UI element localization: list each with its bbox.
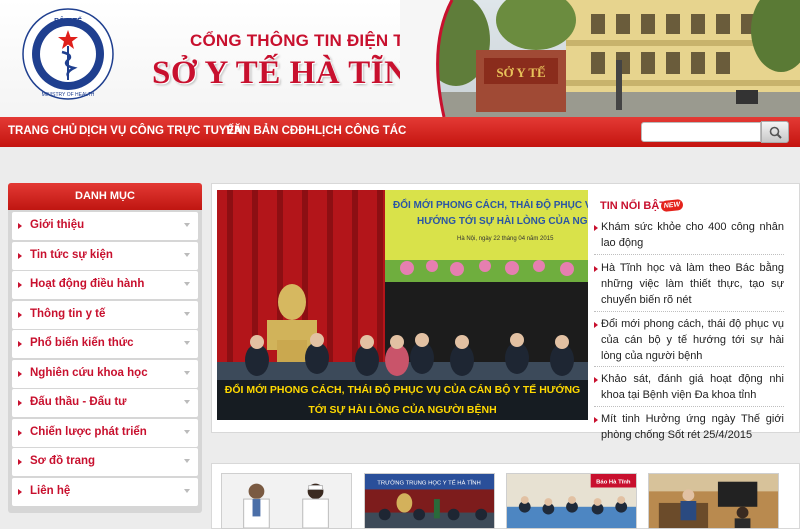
sidebar-item-nghien-cuu[interactable]: Nghiên cứu khoa học	[12, 360, 198, 388]
sidebar-item-label: Chiến lược phát triển	[30, 426, 147, 438]
category-sidebar: DANH MỤC Giới thiệu Tin tức sự kiện Hoạt…	[8, 183, 202, 513]
bullet-icon	[594, 225, 598, 231]
nav-item-home[interactable]: TRANG CHỦ	[8, 125, 77, 137]
search-icon	[769, 126, 782, 139]
bullet-icon	[18, 489, 22, 495]
chevron-down-icon	[184, 459, 190, 463]
header-curve	[400, 0, 454, 117]
ministry-of-health-logo[interactable]: BỘ Y TẾ MINISTRY OF HEALTH	[22, 8, 114, 100]
hot-news-item[interactable]: Khám sức khỏe cho 400 công nhân lao động	[588, 219, 784, 251]
portal-title: CỔNG THÔNG TIN ĐIỆN TỬ	[190, 31, 419, 50]
divider	[594, 406, 784, 407]
site-title[interactable]: SỞ Y TẾ HÀ TĨNH	[152, 55, 435, 92]
hot-news-item-text: Khám sức khỏe cho 400 công nhân lao động	[601, 221, 784, 249]
chevron-down-icon	[184, 489, 190, 493]
chevron-down-icon	[184, 371, 190, 375]
thumbnail-2-text: TRƯỜNG TRUNG HỌC Y TẾ HÀ TĨNH	[377, 480, 480, 487]
sidebar-item-chien-luoc[interactable]: Chiến lược phát triển	[12, 419, 198, 447]
banner-line-1: ĐỔI MỚI PHONG CÁCH, THÁI ĐỘ PHỤC VỤ CỦA …	[393, 198, 588, 211]
hot-news-item[interactable]: Khảo sát, đánh giá hoạt động nhi khoa tạ…	[588, 371, 784, 403]
bullet-icon	[18, 430, 22, 436]
bullet-icon	[18, 312, 22, 318]
site-header: BỘ Y TẾ MINISTRY OF HEALTH CỔNG THÔNG TI…	[0, 0, 800, 117]
featured-news-caption[interactable]: ĐỔI MỚI PHONG CÁCH, THÁI ĐỘ PHỤC VỤ CỦA …	[217, 380, 588, 420]
bullet-icon	[18, 282, 22, 288]
sidebar-item-pho-bien[interactable]: Phổ biến kiến thức	[12, 330, 198, 358]
gallery-thumbnail-office[interactable]	[648, 473, 779, 529]
sidebar-title: DANH MỤC	[8, 183, 202, 210]
hot-news-item-text: Khảo sát, đánh giá hoạt động nhi khoa tạ…	[601, 373, 784, 401]
bullet-icon	[594, 322, 598, 328]
sidebar-item-label: Tin tức sự kiện	[30, 249, 113, 261]
divider	[594, 366, 784, 367]
chevron-down-icon	[184, 223, 190, 227]
nav-item-documents[interactable]: VĂN BẢN CĐĐH	[226, 125, 315, 137]
building-sign-text: SỞ Y TẾ	[496, 65, 545, 80]
logo-bottom-text: MINISTRY OF HEALTH	[42, 92, 95, 98]
sidebar-item-hoat-dong[interactable]: Hoạt động điều hành	[12, 271, 198, 299]
hot-news-item-text: Hà Tĩnh học và làm theo Bác bằng những v…	[601, 262, 784, 306]
banner-line-2: HƯỚNG TỚI SỰ HÀI LÒNG CỦA NGƯỜI BỆN	[417, 214, 588, 227]
sidebar-item-label: Đấu thầu - Đấu tư	[30, 396, 127, 408]
sidebar-item-label: Thông tin y tế	[30, 308, 106, 320]
chevron-down-icon	[184, 312, 190, 316]
bullet-icon	[18, 253, 22, 259]
divider	[594, 254, 784, 255]
chevron-down-icon	[184, 282, 190, 286]
hot-news-item[interactable]: Mít tinh Hưởng ứng ngày Thế giới phòng c…	[588, 411, 784, 443]
sidebar-item-thong-tin[interactable]: Thông tin y tế	[12, 301, 198, 329]
bullet-icon	[594, 266, 598, 272]
hot-news-title: TIN NỔI BẬT	[600, 200, 666, 212]
search-input[interactable]	[641, 122, 761, 142]
hot-news-item-text: Đổi mới phong cách, thái độ phục vụ của …	[601, 318, 784, 362]
sidebar-item-label: Hoạt động điều hành	[30, 278, 145, 290]
sidebar-item-tin-tuc[interactable]: Tin tức sự kiện	[12, 242, 198, 270]
bullet-icon	[18, 371, 22, 377]
chevron-down-icon	[184, 253, 190, 257]
sidebar-item-label: Liên hệ	[30, 485, 71, 497]
gallery-thumbnail-conference[interactable]: Báo Hà Tĩnh	[506, 473, 637, 529]
bullet-icon	[18, 223, 22, 229]
sidebar-item-label: Nghiên cứu khoa học	[30, 367, 148, 379]
nav-item-schedule[interactable]: LỊCH CÔNG TÁC	[315, 125, 406, 137]
sidebar-item-gioi-thieu[interactable]: Giới thiệu	[12, 212, 198, 240]
divider	[594, 311, 784, 312]
banner-date: Hà Nội, ngày 22 tháng 04 năm 2015	[457, 236, 554, 242]
gallery-thumbnail-doctors[interactable]	[221, 473, 352, 529]
bullet-icon	[18, 400, 22, 406]
sidebar-item-so-do-trang[interactable]: Sơ đồ trang	[12, 448, 198, 476]
bullet-icon	[18, 341, 22, 347]
bullet-icon	[18, 459, 22, 465]
sidebar-item-label: Sơ đồ trang	[30, 455, 96, 467]
bullet-icon	[594, 377, 598, 383]
sidebar-item-label: Giới thiệu	[30, 219, 85, 231]
thumbnail-3-text: Báo Hà Tĩnh	[596, 480, 631, 486]
sidebar-item-label: Phổ biến kiến thức	[30, 337, 134, 349]
hot-news-item-text: Mít tinh Hưởng ứng ngày Thế giới phòng c…	[601, 413, 784, 441]
hot-news-item[interactable]: Hà Tĩnh học và làm theo Bác bằng những v…	[588, 260, 784, 308]
sidebar-item-dau-thau[interactable]: Đấu thầu - Đấu tư	[12, 389, 198, 417]
hot-news-item[interactable]: Đổi mới phong cách, thái độ phục vụ của …	[588, 316, 784, 364]
chevron-down-icon	[184, 400, 190, 404]
search-button[interactable]	[761, 121, 789, 143]
chevron-down-icon	[184, 341, 190, 345]
gallery-thumbnail-meeting[interactable]: TRƯỜNG TRUNG HỌC Y TẾ HÀ TĨNH	[364, 473, 495, 529]
sidebar-item-lien-he[interactable]: Liên hệ	[12, 478, 198, 506]
chevron-down-icon	[184, 430, 190, 434]
bullet-icon	[594, 417, 598, 423]
nav-item-online-services[interactable]: DỊCH VỤ CÔNG TRỰC TUYẾN	[79, 125, 243, 137]
building-photo: SỞ Y TẾ	[436, 0, 800, 117]
